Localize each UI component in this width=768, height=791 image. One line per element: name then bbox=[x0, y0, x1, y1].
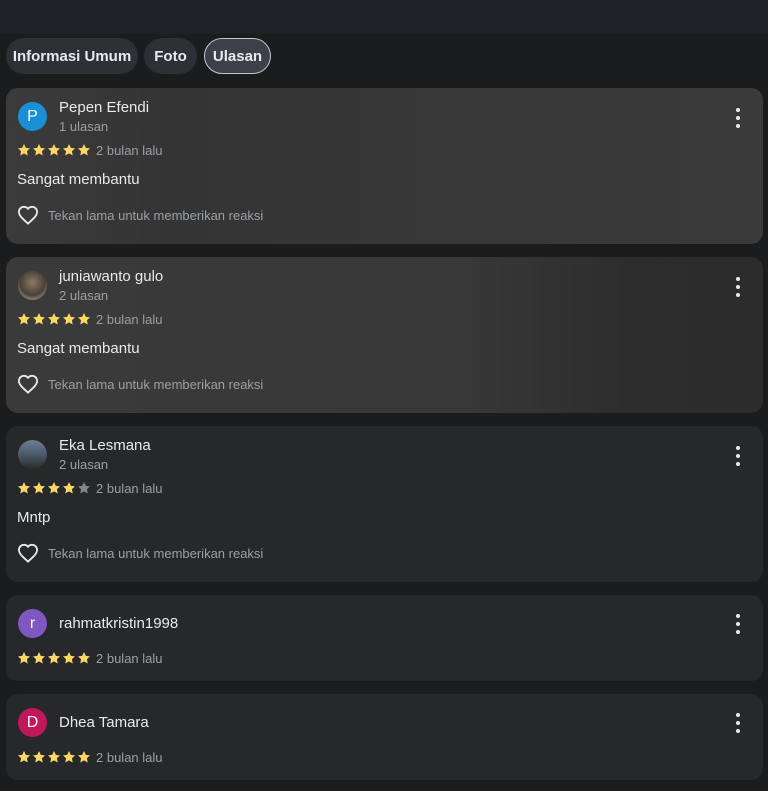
review-card: Eka Lesmana 2 ulasan 2 bulan lalu Mntp T… bbox=[6, 426, 763, 582]
star-filled-icon bbox=[77, 751, 91, 763]
more-options-icon[interactable] bbox=[733, 713, 743, 733]
avatar[interactable] bbox=[18, 440, 47, 469]
reaction-area[interactable]: Tekan lama untuk memberikan reaksi bbox=[17, 373, 263, 395]
tab-informasi-umum[interactable]: Informasi Umum bbox=[6, 38, 138, 74]
star-filled-icon bbox=[17, 313, 31, 325]
star-filled-icon bbox=[17, 144, 31, 156]
more-options-icon[interactable] bbox=[733, 277, 743, 297]
review-date: 2 bulan lalu bbox=[96, 750, 163, 765]
tab-ulasan[interactable]: Ulasan bbox=[204, 38, 271, 74]
tab-bar: Informasi Umum Foto Ulasan bbox=[0, 34, 768, 81]
reaction-hint: Tekan lama untuk memberikan reaksi bbox=[48, 376, 264, 392]
star-filled-icon bbox=[32, 144, 46, 156]
review-text: Sangat membantu bbox=[17, 171, 140, 188]
reviewer-name[interactable]: rahmatkristin1998 bbox=[59, 615, 178, 632]
star-rating bbox=[17, 481, 91, 495]
star-filled-icon bbox=[62, 751, 76, 763]
review-date: 2 bulan lalu bbox=[96, 481, 163, 496]
star-filled-icon bbox=[47, 144, 61, 156]
avatar[interactable] bbox=[18, 271, 47, 300]
star-filled-icon bbox=[77, 313, 91, 325]
review-date: 2 bulan lalu bbox=[96, 651, 163, 666]
star-rating bbox=[17, 750, 91, 764]
avatar[interactable]: r bbox=[18, 609, 47, 638]
review-card: P Pepen Efendi 1 ulasan 2 bulan lalu San… bbox=[6, 88, 763, 244]
star-filled-icon bbox=[47, 313, 61, 325]
heart-icon[interactable] bbox=[17, 205, 39, 225]
star-filled-icon bbox=[32, 482, 46, 494]
review-card: r rahmatkristin1998 2 bulan lalu bbox=[6, 595, 763, 681]
star-filled-icon bbox=[47, 482, 61, 494]
reviewer-name[interactable]: juniawanto gulo bbox=[59, 268, 163, 285]
star-filled-icon bbox=[77, 652, 91, 664]
reaction-hint: Tekan lama untuk memberikan reaksi bbox=[48, 545, 264, 561]
tab-foto[interactable]: Foto bbox=[144, 38, 197, 74]
more-options-icon[interactable] bbox=[733, 446, 743, 466]
star-filled-icon bbox=[32, 313, 46, 325]
star-filled-icon bbox=[62, 144, 76, 156]
star-empty-icon bbox=[77, 482, 91, 494]
star-filled-icon bbox=[62, 482, 76, 494]
star-filled-icon bbox=[17, 652, 31, 664]
reaction-hint: Tekan lama untuk memberikan reaksi bbox=[48, 207, 264, 223]
review-card: juniawanto gulo 2 ulasan 2 bulan lalu Sa… bbox=[6, 257, 763, 413]
star-rating bbox=[17, 312, 91, 326]
reviewer-name[interactable]: Eka Lesmana bbox=[59, 437, 151, 454]
star-rating bbox=[17, 651, 91, 665]
heart-icon[interactable] bbox=[17, 543, 39, 563]
star-filled-icon bbox=[47, 652, 61, 664]
reaction-area[interactable]: Tekan lama untuk memberikan reaksi bbox=[17, 542, 263, 564]
review-text: Sangat membantu bbox=[17, 340, 140, 357]
star-filled-icon bbox=[32, 751, 46, 763]
review-count: 1 ulasan bbox=[59, 119, 109, 134]
avatar[interactable]: D bbox=[18, 708, 47, 737]
review-count: 2 ulasan bbox=[59, 457, 109, 472]
more-options-icon[interactable] bbox=[733, 108, 743, 128]
star-filled-icon bbox=[17, 751, 31, 763]
review-date: 2 bulan lalu bbox=[96, 312, 163, 327]
reaction-area[interactable]: Tekan lama untuk memberikan reaksi bbox=[17, 204, 263, 226]
star-filled-icon bbox=[32, 652, 46, 664]
reviewer-name[interactable]: Dhea Tamara bbox=[59, 714, 149, 731]
star-filled-icon bbox=[47, 751, 61, 763]
star-filled-icon bbox=[62, 313, 76, 325]
review-date: 2 bulan lalu bbox=[96, 143, 163, 158]
star-filled-icon bbox=[77, 144, 91, 156]
star-filled-icon bbox=[17, 482, 31, 494]
reviewer-name[interactable]: Pepen Efendi bbox=[59, 99, 149, 116]
review-count: 2 ulasan bbox=[59, 288, 109, 303]
star-filled-icon bbox=[62, 652, 76, 664]
avatar[interactable]: P bbox=[18, 102, 47, 131]
star-rating bbox=[17, 143, 91, 157]
review-card: D Dhea Tamara 2 bulan lalu bbox=[6, 694, 763, 780]
heart-icon[interactable] bbox=[17, 374, 39, 394]
more-options-icon[interactable] bbox=[733, 614, 743, 634]
top-bar bbox=[0, 0, 768, 34]
review-text: Mntp bbox=[17, 509, 51, 526]
